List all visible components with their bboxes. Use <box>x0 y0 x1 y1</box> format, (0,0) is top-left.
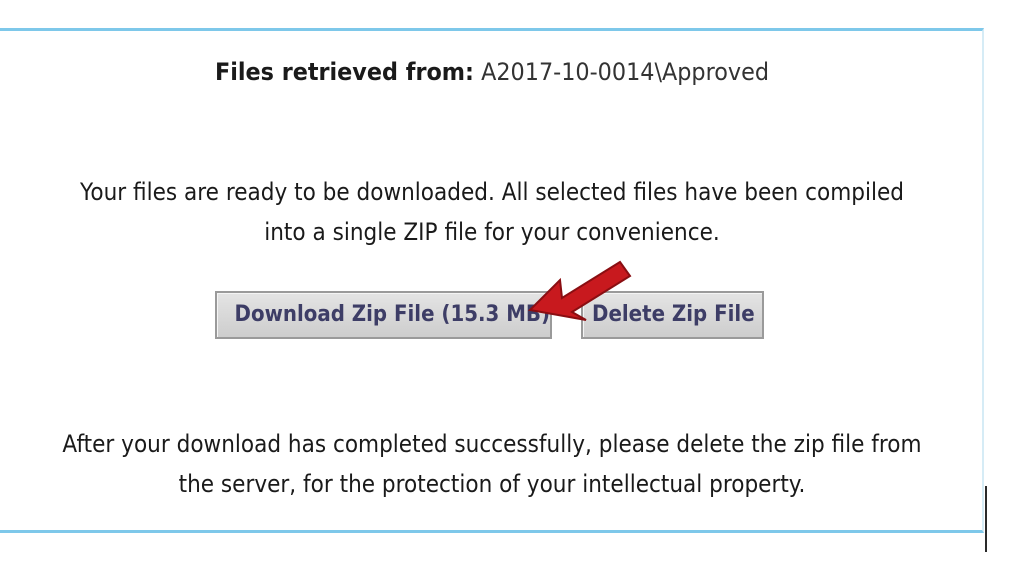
after-message-line1: After your download has completed succes… <box>62 430 922 458</box>
download-zip-button[interactable]: Download Zip File (15.3 MB) <box>215 291 552 339</box>
header-path: A2017-10-0014\Approved <box>481 58 770 86</box>
ready-message: Your files are ready to be downloaded. A… <box>49 172 935 252</box>
after-download-message: After your download has completed succes… <box>49 424 935 504</box>
header-label: Files retrieved from: <box>214 58 474 86</box>
files-retrieved-header: Files retrieved from: A2017-10-0014\Appr… <box>34 56 949 88</box>
ready-message-line2: into a single ZIP file for your convenie… <box>264 218 720 246</box>
download-zip-label: Download Zip File (15.3 MB) <box>234 302 551 327</box>
red-arrow-icon <box>527 260 632 321</box>
ready-message-line1: Your files are ready to be downloaded. A… <box>80 178 904 206</box>
edge-divider <box>985 486 987 552</box>
after-message-line2: the server, for the protection of your i… <box>178 470 806 498</box>
